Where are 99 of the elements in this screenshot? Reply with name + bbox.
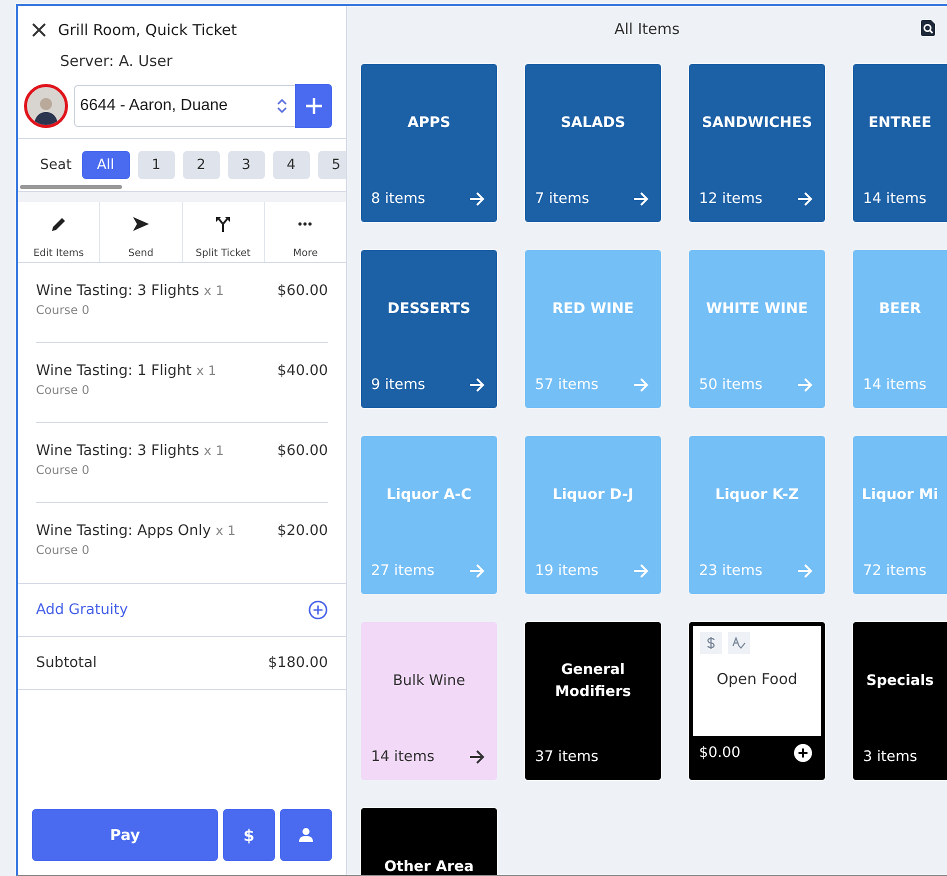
spellcheck-chip[interactable]: [728, 632, 750, 654]
dollar-icon: [707, 637, 715, 649]
category-tile[interactable]: Specials 3 items: [853, 622, 947, 780]
tile-name: ENTREE: [868, 114, 932, 133]
category-tile[interactable]: SANDWICHES 12 items: [689, 64, 825, 222]
right-arrow-icon: [797, 564, 813, 578]
plus-circle-icon: [793, 743, 813, 763]
scrollbar-thumb[interactable]: [20, 185, 122, 189]
tile-name: WHITE WINE: [706, 300, 808, 319]
category-tile[interactable]: Bulk Wine 14 items: [361, 622, 497, 780]
search-document-icon: [921, 20, 935, 36]
seat-label: Seat: [40, 157, 72, 173]
right-arrow-icon: [633, 378, 649, 392]
item-name: Wine Tasting: 1 Flight x 1: [36, 363, 216, 379]
item-count: 8 items: [371, 191, 426, 207]
right-arrow-icon: [469, 750, 485, 764]
item-name: Wine Tasting: 3 Flights x 1: [36, 443, 224, 459]
right-arrow-icon: [469, 378, 485, 392]
tile-name: SANDWICHES: [702, 114, 812, 133]
tile-name: Bulk Wine: [392, 672, 466, 691]
item-count: 37 items: [535, 749, 598, 765]
item-price: $60.00: [277, 443, 328, 459]
right-arrow-icon: [633, 192, 649, 206]
seat-tab[interactable]: 5: [318, 151, 346, 179]
close-icon: [32, 23, 46, 37]
add-customer-button[interactable]: [295, 84, 332, 128]
tile-name: Liquor Mi: [862, 486, 938, 505]
category-tile[interactable]: Other Area: [361, 808, 497, 875]
seat-tab[interactable]: 1: [138, 151, 175, 179]
customer-select[interactable]: 6644 - Aaron, Duane: [74, 85, 295, 127]
item-price: $20.00: [277, 523, 328, 539]
category-tile[interactable]: SALADS 7 items: [525, 64, 661, 222]
open-item-tile[interactable]: Open Food $0.00: [689, 622, 825, 780]
course-label: Course 0: [36, 303, 90, 317]
subtotal-value: $180.00: [268, 655, 328, 671]
item-count: 14 items: [371, 749, 434, 765]
text-check-icon: [732, 637, 746, 649]
item-name: Wine Tasting: Apps Only x 1: [36, 523, 236, 539]
plus-circle-icon: [308, 600, 328, 620]
category-tile[interactable]: APPS 8 items: [361, 64, 497, 222]
plus-icon: [304, 97, 322, 115]
close-button[interactable]: [30, 21, 48, 39]
item-count: 27 items: [371, 563, 434, 579]
person-icon: [298, 827, 314, 843]
item-count: 7 items: [535, 191, 590, 207]
item-count: 57 items: [535, 377, 598, 393]
course-label: Course 0: [36, 463, 90, 477]
tile-name: APPS: [408, 114, 450, 133]
item-count: 14 items: [863, 191, 926, 207]
right-arrow-icon: [633, 564, 649, 578]
tile-name: Specials: [866, 672, 934, 691]
price-chip[interactable]: [700, 632, 722, 654]
item-count: 3 items: [863, 749, 918, 765]
item-count: 12 items: [699, 191, 762, 207]
right-arrow-icon: [469, 192, 485, 206]
tile-name: Liquor K-Z: [715, 486, 799, 505]
seat-tab[interactable]: 2: [182, 151, 220, 179]
item-count: 14 items: [863, 377, 926, 393]
category-tile[interactable]: General Modifiers 37 items: [525, 622, 661, 780]
course-label: Course 0: [36, 543, 90, 557]
item-count: 72 items: [863, 563, 926, 579]
menu-title: All Items: [614, 20, 680, 38]
seat-tab[interactable]: 3: [228, 151, 265, 179]
tile-name: Liquor A-C: [386, 486, 472, 505]
category-tile[interactable]: ENTREE 14 items: [853, 64, 947, 222]
tile-name: Other Area: [384, 858, 474, 875]
subtotal-label: Subtotal: [36, 655, 97, 671]
pay-button[interactable]: Pay: [32, 809, 218, 861]
ticket-title: Grill Room, Quick Ticket: [58, 21, 237, 39]
customer-button[interactable]: [280, 809, 332, 861]
seat-tab[interactable]: All: [82, 151, 130, 179]
more-dots-icon: [298, 222, 312, 226]
tile-price: $0.00: [699, 745, 741, 761]
add-gratuity-link[interactable]: Add Gratuity: [36, 602, 128, 618]
item-price: $60.00: [277, 283, 328, 299]
course-label: Course 0: [36, 383, 90, 397]
tile-name: SALADS: [560, 114, 626, 133]
search-button[interactable]: [921, 20, 935, 36]
tile-name: BEER: [878, 300, 922, 319]
item-price: $40.00: [277, 363, 328, 379]
cash-button[interactable]: $: [223, 809, 275, 861]
item-count: 19 items: [535, 563, 598, 579]
up-down-chevron-icon: [277, 98, 287, 114]
add-gratuity-button[interactable]: [306, 598, 330, 622]
tile-name: RED WINE: [552, 300, 634, 319]
category-tile[interactable]: DESSERTS 9 items: [361, 250, 497, 408]
tile-name: Open Food: [716, 670, 798, 688]
item-name: Wine Tasting: 3 Flights x 1: [36, 283, 224, 299]
tile-name: Liquor D-J: [552, 486, 634, 505]
item-count: 50 items: [699, 377, 762, 393]
right-arrow-icon: [469, 564, 485, 578]
item-count: 23 items: [699, 563, 762, 579]
seat-tab[interactable]: 4: [272, 151, 310, 179]
server-name: Server: A. User: [59, 51, 174, 70]
tile-name: General Modifiers: [554, 661, 632, 702]
item-count: 9 items: [371, 377, 426, 393]
right-arrow-icon: [797, 378, 813, 392]
tile-name: DESSERTS: [388, 300, 470, 319]
right-arrow-icon: [797, 192, 813, 206]
